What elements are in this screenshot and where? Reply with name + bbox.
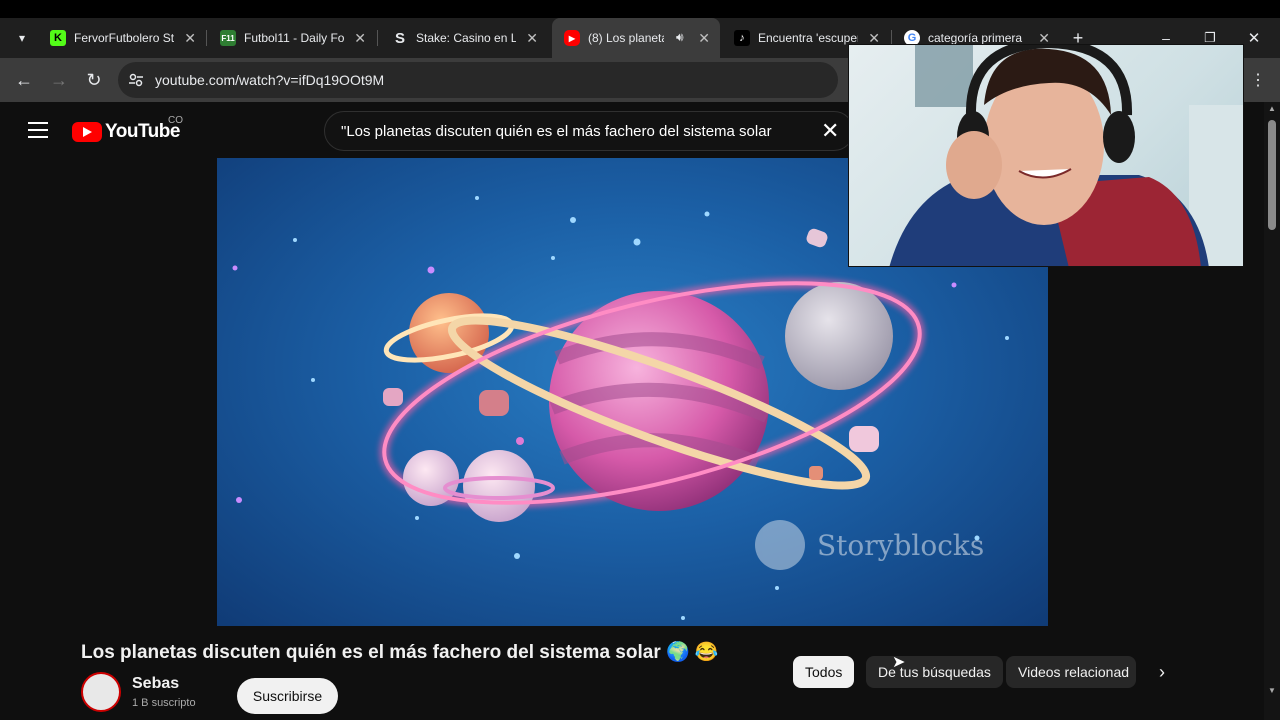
webcam-streamer-feed	[889, 45, 1243, 266]
scroll-down-icon[interactable]: ▼	[1268, 686, 1276, 695]
watermark-text: Storyblocks	[817, 528, 985, 562]
close-window-button[interactable]: ✕	[1240, 24, 1268, 52]
close-tab-icon[interactable]: ✕	[526, 30, 538, 47]
search-value[interactable]: "Los planetas discuten quién es el más f…	[341, 123, 772, 140]
subscriber-count: 1 B suscripto	[132, 697, 196, 709]
close-tab-icon[interactable]: ✕	[354, 30, 366, 47]
channel-name[interactable]: Sebas	[132, 675, 179, 693]
close-tab-icon[interactable]: ✕	[184, 30, 196, 47]
chip-related[interactable]: Videos relacionad	[1006, 656, 1136, 688]
tab-title: Encuentra 'escupen	[758, 31, 858, 45]
tiktok-icon: ♪	[734, 30, 750, 46]
tab-title: (8) Los planetas	[588, 31, 664, 45]
country-code: CO	[168, 115, 183, 126]
close-tab-icon[interactable]: ✕	[698, 30, 710, 47]
scrollbar[interactable]: ▲ ▼	[1264, 102, 1280, 720]
site-settings-icon[interactable]	[128, 72, 144, 88]
youtube-icon: ▶	[564, 30, 580, 46]
scrollbar-thumb[interactable]	[1268, 120, 1276, 230]
reload-icon[interactable]: ↻	[80, 66, 108, 94]
stake-icon: S	[394, 29, 405, 47]
url-text[interactable]: youtube.com/watch?v=ifDq19OOt9M	[155, 72, 384, 88]
youtube-play-icon	[72, 122, 102, 142]
clear-search-icon[interactable]: ✕	[821, 118, 839, 144]
audio-playing-icon[interactable]: 🔊︎	[676, 30, 684, 45]
chip-from-searches[interactable]: De tus búsquedas	[866, 656, 1003, 688]
tab-search-chevron-icon[interactable]: ▾	[8, 24, 36, 52]
tab-title: Futbol11 - Daily Foo	[244, 31, 344, 45]
tab-2[interactable]: S Stake: Casino en Lín ✕	[380, 18, 548, 58]
webcam-overlay	[848, 44, 1244, 267]
youtube-logo[interactable]: YouTube CO	[72, 115, 183, 143]
tab-title: Stake: Casino en Lín	[416, 31, 516, 45]
tab-0[interactable]: K FervorFutbolero Str ✕	[38, 18, 206, 58]
tab-divider	[377, 30, 378, 46]
address-bar[interactable]: youtube.com/watch?v=ifDq19OOt9M	[118, 62, 838, 98]
browser-menu-icon[interactable]: ⋮	[1244, 66, 1272, 94]
scroll-up-icon[interactable]: ▲	[1268, 104, 1276, 113]
storyblocks-watermark: Storyblocks	[755, 520, 984, 570]
kick-icon: K	[50, 30, 66, 46]
forward-arrow-icon[interactable]: →	[45, 66, 73, 94]
chevron-right-icon[interactable]: ›	[1148, 656, 1176, 688]
video-title: Los planetas discuten quién es el más fa…	[81, 642, 719, 663]
storyblocks-logo-icon	[755, 520, 805, 570]
tab-1[interactable]: F11 Futbol11 - Daily Foo ✕	[208, 18, 376, 58]
tab-title: categoría primera	[928, 31, 1023, 45]
subscribe-button[interactable]: Suscribirse	[237, 678, 338, 714]
futbol11-icon: F11	[220, 30, 236, 46]
search-input[interactable]: "Los planetas discuten quién es el más f…	[324, 111, 854, 151]
tab-3-active[interactable]: ▶ (8) Los planetas 🔊︎ ✕	[552, 18, 720, 58]
chip-all[interactable]: Todos	[793, 656, 855, 688]
mouse-cursor-icon: ➤	[892, 654, 906, 671]
back-arrow-icon[interactable]: ←	[10, 66, 38, 94]
tab-title: FervorFutbolero Str	[74, 31, 174, 45]
channel-avatar[interactable]	[81, 672, 121, 712]
tab-divider	[206, 30, 207, 46]
hamburger-menu-icon[interactable]	[28, 122, 48, 138]
